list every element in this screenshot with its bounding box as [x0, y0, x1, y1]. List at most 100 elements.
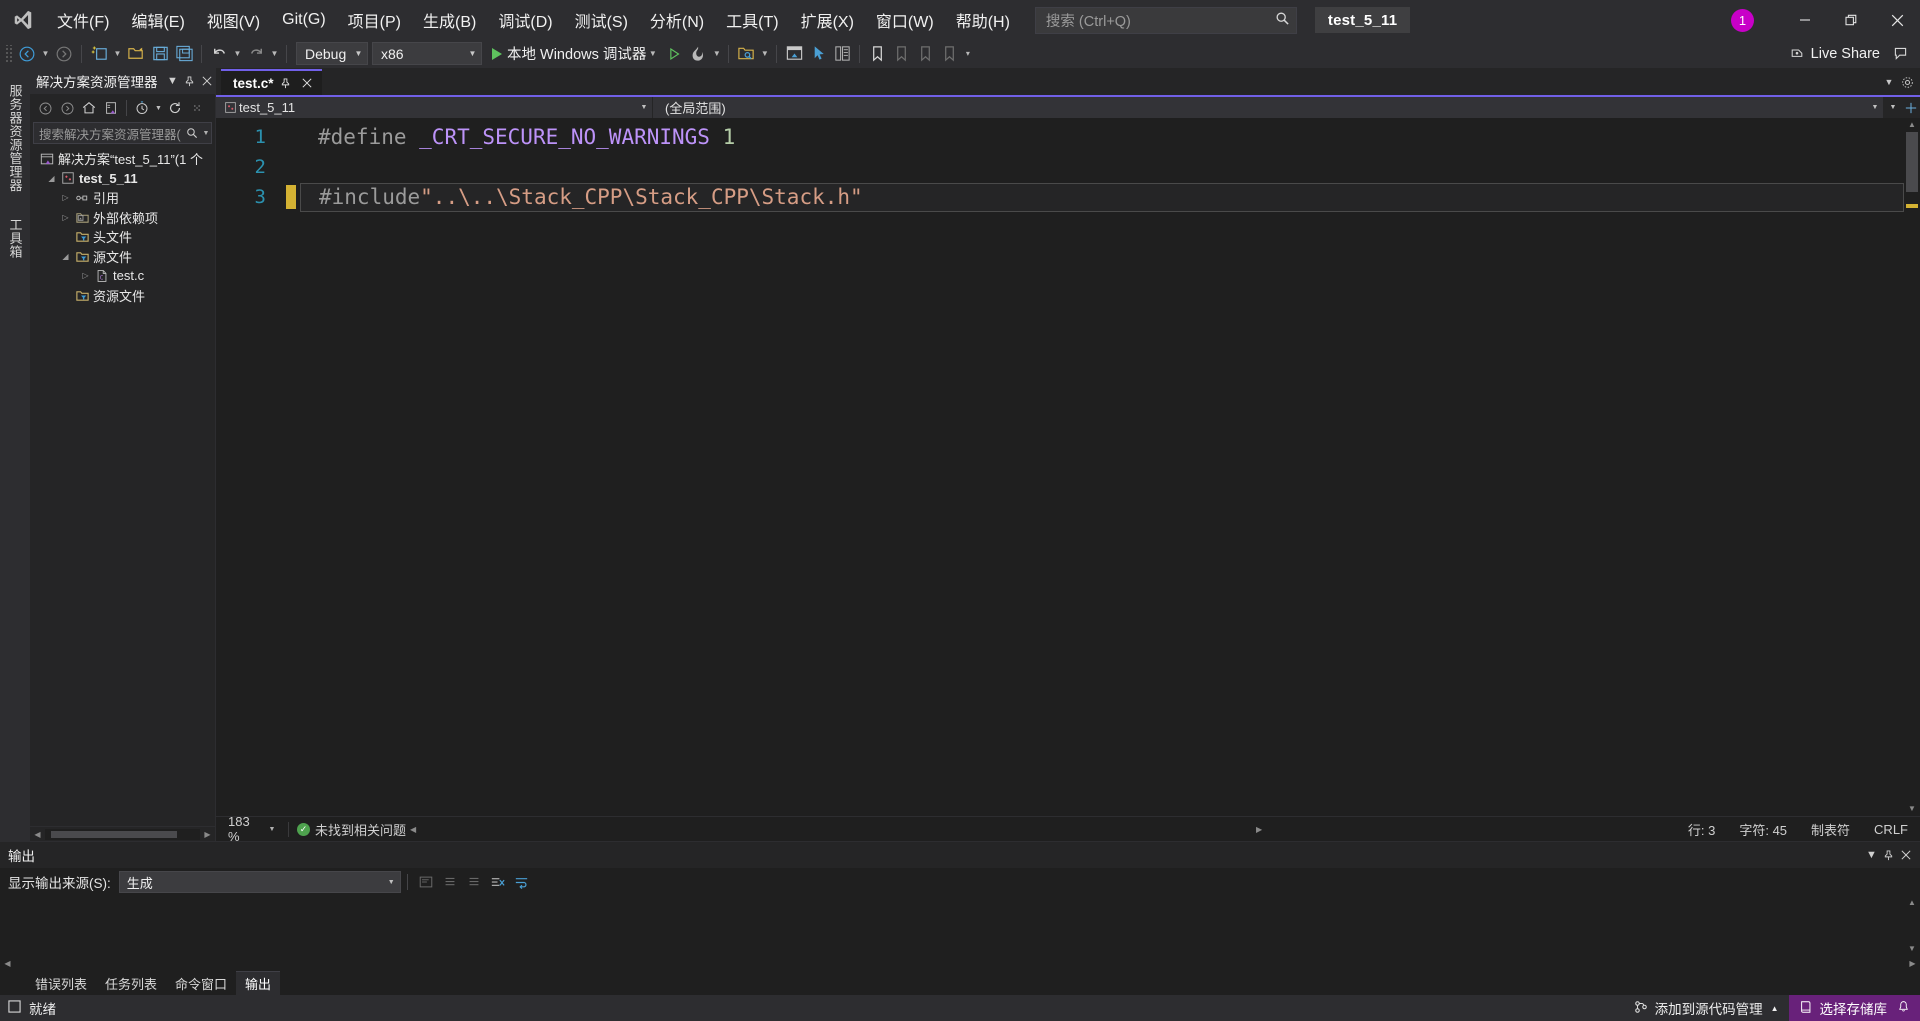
bookmark-clear-icon[interactable]: [937, 42, 961, 66]
output-vertical-scrollbar[interactable]: ▲ ▼: [1904, 896, 1920, 956]
restore-button[interactable]: [1828, 0, 1874, 40]
go-to-previous-message-icon[interactable]: [438, 871, 462, 893]
chevron-down-icon[interactable]: ▼: [264, 826, 280, 833]
feedback-icon[interactable]: [1888, 42, 1912, 66]
tree-item-source-files[interactable]: ◢ 源文件: [30, 247, 215, 267]
navigate-forward-icon[interactable]: [52, 42, 76, 66]
chevron-down-icon[interactable]: ▼: [164, 70, 181, 92]
redo-dropdown-icon[interactable]: ▼: [268, 42, 281, 66]
menu-extensions[interactable]: 扩展(X): [790, 0, 865, 40]
search-icon[interactable]: [183, 127, 201, 139]
menu-view[interactable]: 视图(V): [196, 0, 271, 40]
tree-item-test-c[interactable]: ▷ C test.c: [30, 266, 215, 286]
menu-test[interactable]: 测试(S): [564, 0, 639, 40]
toolbar-grip[interactable]: [4, 44, 13, 63]
menu-help[interactable]: 帮助(H): [945, 0, 1021, 40]
scroll-left-icon[interactable]: ◀: [30, 830, 45, 839]
pin-icon[interactable]: [181, 70, 198, 92]
bell-icon[interactable]: [1897, 1000, 1910, 1016]
home-icon[interactable]: [78, 97, 100, 119]
chevron-down-icon[interactable]: ▼: [153, 97, 164, 119]
tab-output[interactable]: 输出: [236, 971, 281, 995]
hot-reload-dropdown-icon[interactable]: ▼: [710, 42, 723, 66]
menu-window[interactable]: 窗口(W): [865, 0, 945, 40]
undo-icon[interactable]: [207, 42, 231, 66]
solution-explorer-dropdown-icon[interactable]: ▼: [758, 42, 771, 66]
nav-overflow-icon[interactable]: ▼: [1884, 97, 1902, 118]
scroll-track[interactable]: [1904, 910, 1920, 942]
solution-platform-combo[interactable]: x86 ▼: [372, 42, 482, 65]
properties-window-icon[interactable]: [782, 42, 806, 66]
hot-reload-icon[interactable]: [686, 42, 710, 66]
tree-item-project[interactable]: ◢ test_5_11: [30, 169, 215, 189]
open-file-icon[interactable]: [124, 42, 148, 66]
toggle-word-wrap-icon[interactable]: [510, 871, 534, 893]
scroll-right-icon[interactable]: ▶: [200, 830, 215, 839]
navigate-back-dropdown-icon[interactable]: ▼: [39, 42, 52, 66]
pin-icon[interactable]: [277, 73, 295, 93]
menu-project[interactable]: 项目(P): [337, 0, 412, 40]
toolbox-tab[interactable]: 工具箱: [4, 210, 27, 267]
tree-item-references[interactable]: ▷ 引用: [30, 188, 215, 208]
scroll-up-icon[interactable]: ▲: [1908, 118, 1916, 132]
new-project-dropdown-icon[interactable]: ▼: [111, 42, 124, 66]
menu-tools[interactable]: 工具(T): [715, 0, 789, 40]
close-icon[interactable]: [298, 73, 316, 93]
close-icon[interactable]: [198, 70, 215, 92]
chevron-collapsed-icon[interactable]: ▷: [58, 213, 73, 222]
scroll-track[interactable]: [1904, 132, 1920, 802]
tab-error-list[interactable]: 错误列表: [26, 971, 96, 995]
nav-project-combo[interactable]: test_5_11 ▼: [216, 97, 653, 118]
solution-configuration-combo[interactable]: Debug ▼: [296, 42, 368, 65]
menu-edit[interactable]: 编辑(E): [120, 0, 195, 40]
code-surface[interactable]: 1 #define _CRT_SECURE_NO_WARNINGS 1 2 3: [216, 118, 1904, 816]
indentation-mode[interactable]: 制表符: [1799, 820, 1862, 839]
chevron-down-icon[interactable]: ▼: [1880, 71, 1898, 93]
scroll-thumb[interactable]: [51, 830, 177, 838]
chevron-down-icon[interactable]: ▼: [1863, 844, 1880, 866]
navigate-back-icon[interactable]: [15, 42, 39, 66]
split-view-icon[interactable]: [1902, 97, 1920, 118]
gear-icon[interactable]: [1898, 71, 1916, 93]
zoom-level[interactable]: 183 %: [216, 814, 264, 844]
scroll-left-icon[interactable]: ◀: [0, 959, 15, 968]
menu-debug[interactable]: 调试(D): [487, 0, 563, 40]
bookmark-icon[interactable]: [865, 42, 889, 66]
server-explorer-tab[interactable]: 服务器资源管理器: [4, 76, 27, 200]
output-source-combo[interactable]: 生成 ▼: [118, 871, 401, 893]
save-all-icon[interactable]: [172, 42, 196, 66]
toolbar-overflow-icon[interactable]: ▾: [961, 42, 974, 66]
live-share-button[interactable]: Live Share: [1781, 42, 1888, 66]
new-project-icon[interactable]: [87, 42, 111, 66]
collapse-all-icon[interactable]: ⁙: [186, 97, 208, 119]
scroll-track[interactable]: [420, 823, 1253, 835]
menu-git[interactable]: Git(G): [271, 0, 337, 40]
editor-horizontal-scrollbar[interactable]: ◀ ▶: [406, 822, 1266, 836]
line-ending-mode[interactable]: CRLF: [1862, 822, 1920, 837]
tree-item-external-dependencies[interactable]: ▷ 外部依赖项: [30, 208, 215, 228]
tab-command-window[interactable]: 命令窗口: [166, 971, 236, 995]
output-horizontal-scrollbar[interactable]: ◀ ▶: [0, 956, 1920, 971]
tree-item-resource-files[interactable]: 资源文件: [30, 286, 215, 306]
redo-icon[interactable]: [244, 42, 268, 66]
forward-icon[interactable]: [56, 97, 78, 119]
select-repository-button[interactable]: 选择存储库: [1788, 995, 1920, 1021]
code-editor[interactable]: 1 #define _CRT_SECURE_NO_WARNINGS 1 2 3: [216, 118, 1920, 816]
chevron-expanded-icon[interactable]: ◢: [58, 252, 73, 261]
scroll-down-icon[interactable]: ▼: [1908, 802, 1916, 816]
save-icon[interactable]: [148, 42, 172, 66]
start-debugging-button[interactable]: 本地 Windows 调试器 ▼: [488, 42, 662, 66]
tree-item-header-files[interactable]: 头文件: [30, 227, 215, 247]
close-button[interactable]: [1874, 0, 1920, 40]
toolbox-icon[interactable]: [830, 42, 854, 66]
chevron-down-icon[interactable]: ▼: [201, 130, 211, 137]
chevron-down-icon[interactable]: ▼: [646, 42, 659, 66]
bookmark-next-icon[interactable]: [913, 42, 937, 66]
scroll-up-icon[interactable]: ▲: [1908, 896, 1916, 910]
chevron-collapsed-icon[interactable]: ▷: [78, 271, 93, 280]
editor-vertical-scrollbar[interactable]: ▲ ▼: [1904, 118, 1920, 816]
scroll-track[interactable]: [45, 828, 200, 840]
solution-explorer-hscrollbar[interactable]: ◀ ▶: [30, 826, 215, 841]
solution-explorer-icon[interactable]: [734, 42, 758, 66]
go-to-next-message-icon[interactable]: [462, 871, 486, 893]
